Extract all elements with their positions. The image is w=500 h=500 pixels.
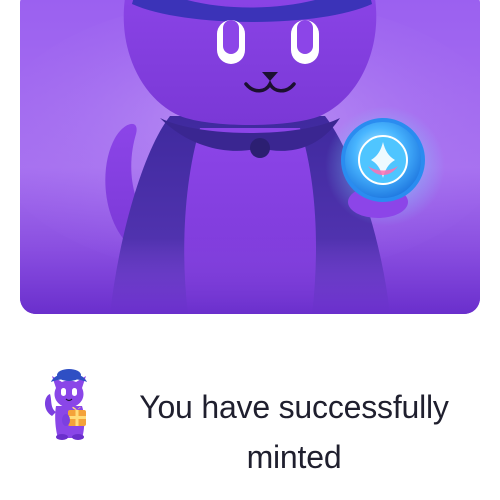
mint-success-row: You have successfully minted bbox=[40, 362, 480, 482]
wizard-cat-nft-image bbox=[20, 0, 480, 314]
nft-image-card bbox=[20, 0, 480, 314]
mint-success-screen: You have successfully minted bbox=[0, 0, 500, 500]
cloak-clasp bbox=[250, 138, 270, 158]
wizard-cat-gift-icon bbox=[45, 369, 87, 440]
mint-success-message: You have successfully minted bbox=[139, 389, 449, 475]
